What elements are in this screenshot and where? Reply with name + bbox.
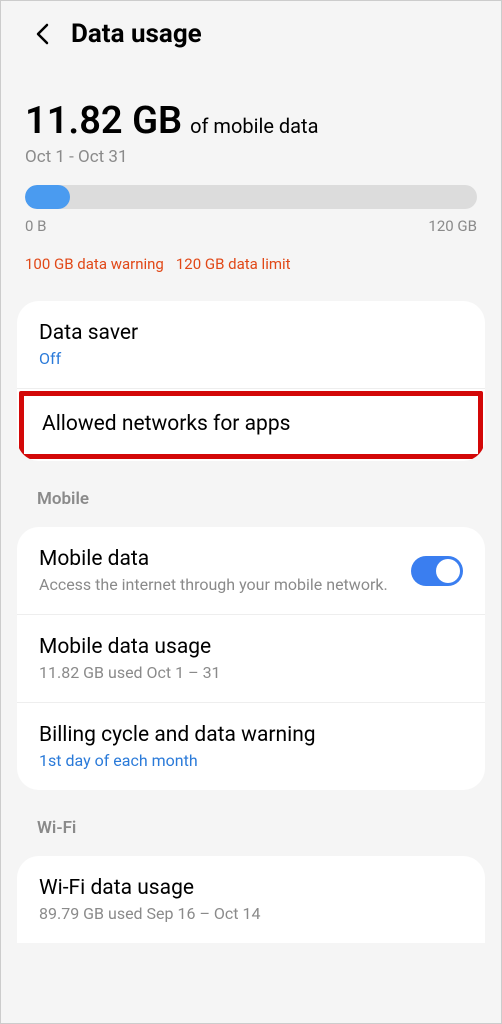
allowed-networks-highlight: Allowed networks for apps xyxy=(19,391,483,459)
wifi-usage-item[interactable]: Wi-Fi data usage 89.79 GB used Sep 16 – … xyxy=(17,856,485,943)
data-saver-item[interactable]: Data saver Off xyxy=(17,301,485,389)
usage-label: of mobile data xyxy=(190,114,318,138)
mobile-usage-title: Mobile data usage xyxy=(39,635,463,659)
usage-period: Oct 1 - Oct 31 xyxy=(25,147,477,167)
page-title: Data usage xyxy=(71,19,202,49)
usage-progress-fill xyxy=(25,185,70,209)
toggle-knob xyxy=(436,559,460,583)
data-limit-text: 120 GB data limit xyxy=(176,255,291,273)
mobile-data-toggle[interactable] xyxy=(411,556,463,586)
bar-labels: 0 B 120 GB xyxy=(25,217,477,235)
data-warning-text: 100 GB data warning xyxy=(25,255,164,273)
usage-amount-row: 11.82 GB of mobile data xyxy=(25,99,477,143)
billing-cycle-title: Billing cycle and data warning xyxy=(39,723,463,747)
warning-line: 100 GB data warning 120 GB data limit xyxy=(25,255,477,273)
mobile-usage-sub: 11.82 GB used Oct 1 – 31 xyxy=(39,663,463,682)
data-saver-status: Off xyxy=(39,349,463,368)
card-mobile: Mobile data Access the internet through … xyxy=(17,527,485,790)
card-wifi: Wi-Fi data usage 89.79 GB used Sep 16 – … xyxy=(17,856,485,943)
billing-cycle-item[interactable]: Billing cycle and data warning 1st day o… xyxy=(17,703,485,790)
header: Data usage xyxy=(1,1,501,67)
billing-cycle-sub: 1st day of each month xyxy=(39,751,463,770)
allowed-networks-title: Allowed networks for apps xyxy=(42,412,460,436)
section-label-wifi: Wi-Fi xyxy=(1,790,501,838)
wifi-usage-sub: 89.79 GB used Sep 16 – Oct 14 xyxy=(39,904,463,923)
wifi-usage-title: Wi-Fi data usage xyxy=(39,876,463,900)
mobile-data-item[interactable]: Mobile data Access the internet through … xyxy=(17,527,485,615)
allowed-networks-item[interactable]: Allowed networks for apps xyxy=(42,412,460,436)
back-icon[interactable] xyxy=(33,25,51,43)
usage-amount: 11.82 GB xyxy=(25,99,182,143)
mobile-usage-item[interactable]: Mobile data usage 11.82 GB used Oct 1 – … xyxy=(17,615,485,703)
bar-min-label: 0 B xyxy=(25,217,47,235)
mobile-data-sub: Access the internet through your mobile … xyxy=(39,575,399,594)
bar-max-label: 120 GB xyxy=(428,217,477,235)
usage-overview: 11.82 GB of mobile data Oct 1 - Oct 31 0… xyxy=(1,67,501,283)
data-saver-title: Data saver xyxy=(39,321,463,345)
mobile-data-title: Mobile data xyxy=(39,547,399,571)
section-label-mobile: Mobile xyxy=(1,461,501,509)
card-general: Data saver Off Allowed networks for apps xyxy=(17,301,485,461)
usage-progress-bar[interactable] xyxy=(25,185,477,209)
